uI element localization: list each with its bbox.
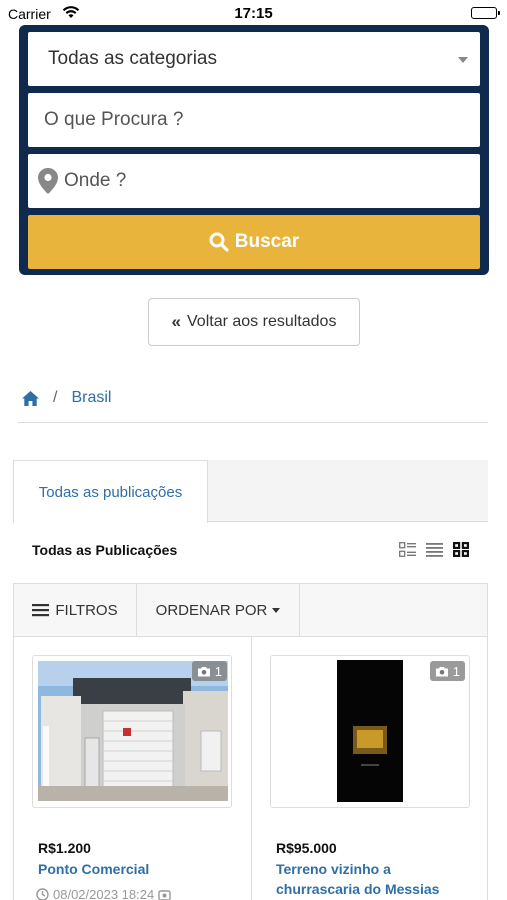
search-icon [209, 232, 229, 252]
listings-grid: 1 R$1.200 Ponto Comercial 08/02/2023 18:… [13, 637, 488, 900]
grid-icon[interactable] [453, 542, 469, 557]
battery-icon [471, 7, 500, 19]
search-input[interactable]: O que Procura ? [28, 93, 480, 147]
listing-photo[interactable]: 1 [270, 655, 470, 808]
camera-icon [158, 889, 171, 900]
breadcrumb-item-brasil[interactable]: Brasil [71, 389, 111, 407]
listing-price: R$1.200 [38, 840, 91, 856]
map-pin-icon [38, 168, 58, 194]
location-input-placeholder: Onde ? [64, 170, 127, 191]
listing-title[interactable]: Ponto Comercial [38, 859, 238, 879]
filters-button[interactable]: FILTROS [14, 584, 137, 636]
section-title: Todas as Publicações [32, 542, 178, 558]
camera-icon [435, 666, 448, 676]
category-select-value: Todas as categorias [48, 48, 217, 69]
location-input[interactable]: Onde ? [28, 154, 480, 208]
home-icon[interactable] [22, 390, 39, 406]
listing-card[interactable]: 1 R$95.000 Terreno vizinho a churrascari… [252, 637, 489, 900]
photo-count-badge: 1 [429, 661, 465, 681]
photo-count-badge: 1 [191, 661, 227, 681]
search-input-placeholder: O que Procura ? [44, 109, 184, 130]
filters-button-label: FILTROS [55, 601, 118, 619]
menu-icon [32, 603, 50, 616]
divider [18, 422, 488, 423]
listing-price: R$95.000 [276, 840, 337, 856]
tabs-bar: Todas as publicações [13, 460, 488, 523]
listing-title[interactable]: Terreno vizinho a churrascaria do Messia… [276, 859, 476, 899]
photo-count: 1 [214, 663, 222, 679]
back-button-label: Voltar aos resultados [187, 313, 337, 330]
status-bar: Carrier 17:15 [0, 0, 507, 28]
camera-icon [197, 666, 210, 676]
breadcrumb: / Brasil [22, 386, 111, 410]
search-button[interactable]: Buscar [28, 215, 480, 269]
list-thumb-icon[interactable] [399, 542, 416, 557]
search-panel: Todas as categorias O que Procura ? Onde… [19, 25, 489, 275]
listing-meta: 08/02/2023 18:24 [36, 887, 171, 900]
tab-label: Todas as publicações [38, 483, 183, 501]
clock-icon [36, 888, 49, 900]
listing-date: 08/02/2023 18:24 [53, 887, 155, 900]
order-by-label: ORDENAR POR [155, 601, 268, 619]
tab-all-publications[interactable]: Todas as publicações [13, 460, 208, 523]
filter-toolbar: FILTROS ORDENAR POR [13, 583, 488, 637]
category-select[interactable]: Todas as categorias [28, 32, 480, 86]
clock: 17:15 [234, 5, 273, 22]
double-chevron-left-icon: « [171, 312, 182, 331]
back-to-results-button[interactable]: « Voltar aos resultados [148, 298, 360, 346]
listing-card[interactable]: 1 R$1.200 Ponto Comercial 08/02/2023 18:… [14, 637, 251, 900]
order-by-dropdown[interactable]: ORDENAR POR [137, 584, 300, 636]
caret-down-icon [458, 57, 468, 63]
listing-photo[interactable]: 1 [32, 655, 232, 808]
caret-down-icon [272, 607, 281, 613]
photo-count: 1 [452, 663, 460, 679]
list-icon[interactable] [426, 542, 443, 557]
breadcrumb-separator: / [53, 389, 58, 406]
search-button-label: Buscar [234, 231, 300, 252]
view-mode-switcher [399, 542, 469, 557]
